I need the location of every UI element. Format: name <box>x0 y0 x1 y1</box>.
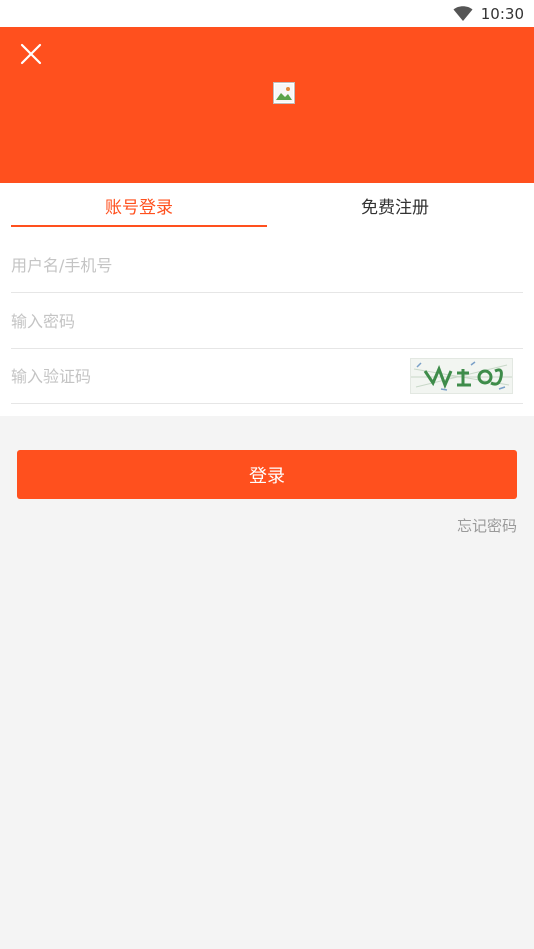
active-tab-indicator <box>11 225 267 227</box>
captcha-image[interactable] <box>410 358 513 394</box>
tab-free-register[interactable]: 免费注册 <box>267 183 523 227</box>
header <box>0 27 534 183</box>
login-button[interactable]: 登录 <box>17 450 517 499</box>
wifi-icon <box>453 5 473 22</box>
captcha-field <box>11 349 523 404</box>
clock-time: 10:30 <box>480 4 524 23</box>
broken-image-icon <box>273 82 295 104</box>
status-icons: 10:30 <box>453 0 524 27</box>
status-bar: 10:30 <box>0 0 534 27</box>
close-icon <box>20 43 42 69</box>
close-button[interactable] <box>14 39 48 73</box>
password-field <box>11 294 523 349</box>
tab-account-login[interactable]: 账号登录 <box>11 183 267 227</box>
login-panel: 账号登录 免费注册 <box>0 183 534 416</box>
username-field <box>11 238 523 293</box>
forgot-password-link[interactable]: 忘记密码 <box>457 515 517 536</box>
password-input[interactable] <box>11 294 391 348</box>
captcha-input[interactable] <box>11 349 391 403</box>
username-input[interactable] <box>11 238 391 292</box>
